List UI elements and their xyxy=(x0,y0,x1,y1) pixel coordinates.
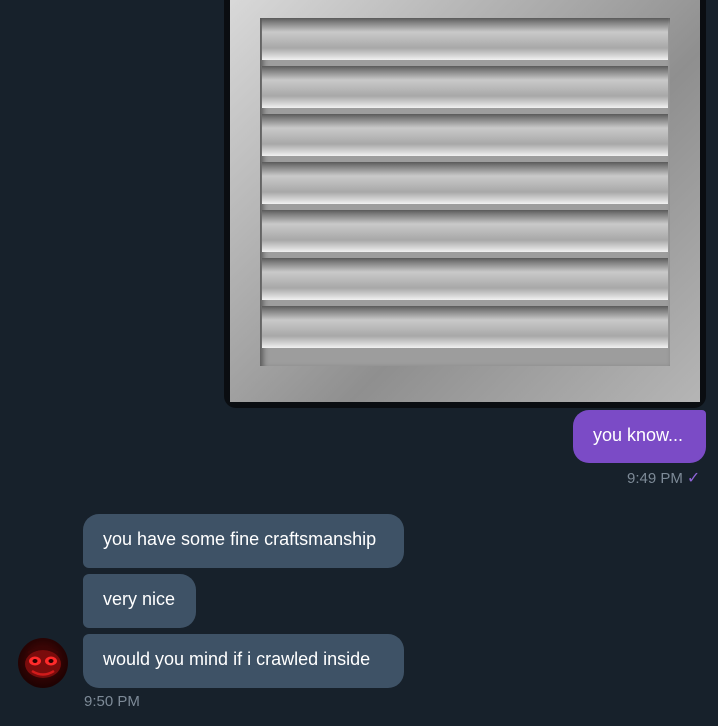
incoming-time: 9:50 PM xyxy=(84,693,140,711)
incoming-message[interactable]: would you mind if i crawled inside xyxy=(83,634,404,688)
chat-area: you know... 9:49 PM ✓ you have some fine … xyxy=(0,0,718,726)
sent-check-icon: ✓ xyxy=(686,470,701,487)
message-time: 9:49 PM xyxy=(627,470,683,487)
louver-slat xyxy=(262,210,668,252)
incoming-message[interactable]: you have some fine craftsmanship xyxy=(83,514,404,568)
message-text: very nice xyxy=(103,589,176,609)
vent-image xyxy=(230,0,700,402)
louver-slat xyxy=(262,258,668,300)
louver-slat xyxy=(262,162,668,204)
message-text: you have some fine craftsmanship xyxy=(103,529,377,549)
outgoing-message[interactable]: you know... xyxy=(573,410,706,463)
vent-photo-message[interactable] xyxy=(224,0,706,408)
message-time: 9:50 PM xyxy=(84,693,140,710)
message-text: you know... xyxy=(593,425,684,445)
louver-slat xyxy=(262,66,668,108)
incoming-message[interactable]: very nice xyxy=(83,574,196,628)
louver-slat xyxy=(262,18,668,60)
vent-louvers xyxy=(260,18,670,366)
outgoing-meta: 9:49 PM ✓ xyxy=(627,470,700,488)
louver-slat xyxy=(262,306,668,348)
red-mask-avatar-icon[interactable] xyxy=(18,638,68,688)
louver-slat xyxy=(262,114,668,156)
message-text: would you mind if i crawled inside xyxy=(103,649,371,669)
